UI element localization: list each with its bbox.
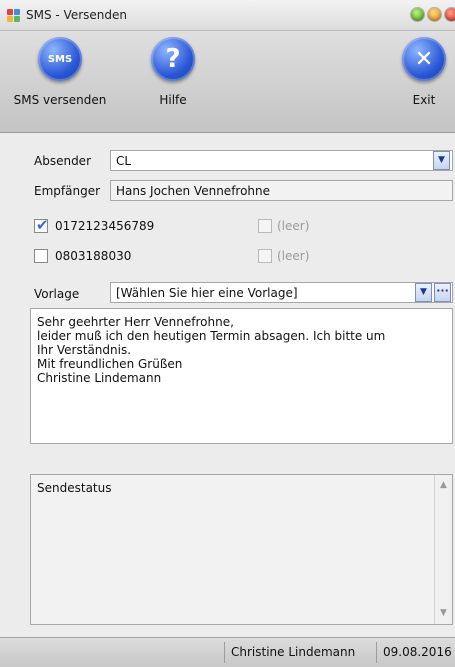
help-label: Hilfe [159, 93, 187, 107]
message-line: Christine Lindemann [37, 371, 162, 385]
checkmark-icon: ✔ [36, 216, 49, 234]
help-icon: ? [151, 37, 195, 81]
close-icon: ✕ [402, 37, 446, 81]
status-bar: Christine Lindemann 09.08.2016 [0, 637, 455, 667]
exit-label: Exit [412, 93, 436, 107]
number-3-checkbox[interactable] [34, 249, 48, 263]
exit-button[interactable]: ✕ Exit [399, 37, 449, 107]
help-button[interactable]: ? Hilfe [148, 37, 198, 107]
sender-dropdown-button[interactable]: ▼ [433, 151, 450, 170]
toolbar: SMS SMS versenden ? Hilfe ✕ Exit [0, 31, 455, 133]
sender-value: CL [116, 154, 132, 168]
template-browse-button[interactable]: ··· [434, 283, 451, 302]
template-select[interactable]: [Wählen Sie hier eine Vorlage] [110, 282, 453, 303]
scroll-down-icon[interactable]: ▼ [435, 605, 452, 622]
number-4-label: (leer) [277, 249, 310, 263]
vertical-scrollbar[interactable]: ▲ ▼ [434, 475, 452, 624]
send-sms-button[interactable]: SMS SMS versenden [10, 37, 110, 107]
window-title: SMS - Versenden [26, 8, 127, 22]
chevron-down-icon: ▼ [438, 155, 445, 165]
number-1-label: 0172123456789 [55, 219, 155, 233]
message-line: Sehr geehrter Herr Vennefrohne, [37, 315, 234, 329]
chevron-down-icon: ▼ [420, 287, 427, 297]
message-line: Ihr Verständnis. [37, 343, 132, 357]
template-label: Vorlage [34, 287, 80, 301]
minimize-button[interactable] [411, 8, 424, 21]
message-textarea[interactable]: Sehr geehrter Herr Vennefrohne, leider m… [30, 308, 453, 444]
more-icon: ··· [436, 284, 449, 297]
maximize-button[interactable] [428, 8, 441, 21]
send-sms-label: SMS versenden [13, 93, 107, 107]
number-2-label: (leer) [277, 219, 310, 233]
recipient-label: Empfänger [34, 184, 101, 198]
send-status-box: Sendestatus ▲ ▼ [30, 474, 453, 625]
sender-label: Absender [34, 154, 91, 168]
close-window-button[interactable] [445, 8, 455, 21]
scroll-up-icon[interactable]: ▲ [435, 477, 452, 494]
message-line: leider muß ich den heutigen Termin absag… [37, 329, 386, 343]
number-1-checkbox[interactable]: ✔ [34, 216, 49, 234]
message-line: Mit freundlichen Grüßen [37, 357, 183, 371]
send-status-title: Sendestatus [37, 481, 112, 495]
app-icon [7, 9, 20, 22]
sms-icon: SMS [38, 37, 82, 81]
recipient-value: Hans Jochen Vennefrohne [116, 184, 271, 198]
title-bar: SMS - Versenden [0, 0, 455, 31]
number-2-checkbox [258, 219, 272, 233]
number-4-checkbox [258, 249, 272, 263]
recipient-field: Hans Jochen Vennefrohne [110, 180, 453, 201]
sender-select[interactable]: CL [110, 150, 453, 171]
number-3-label: 0803188030 [55, 249, 132, 263]
status-date: 09.08.2016 [376, 642, 455, 663]
status-user: Christine Lindemann [224, 642, 361, 663]
template-dropdown-button[interactable]: ▼ [415, 283, 432, 302]
template-value: [Wählen Sie hier eine Vorlage] [116, 286, 298, 300]
